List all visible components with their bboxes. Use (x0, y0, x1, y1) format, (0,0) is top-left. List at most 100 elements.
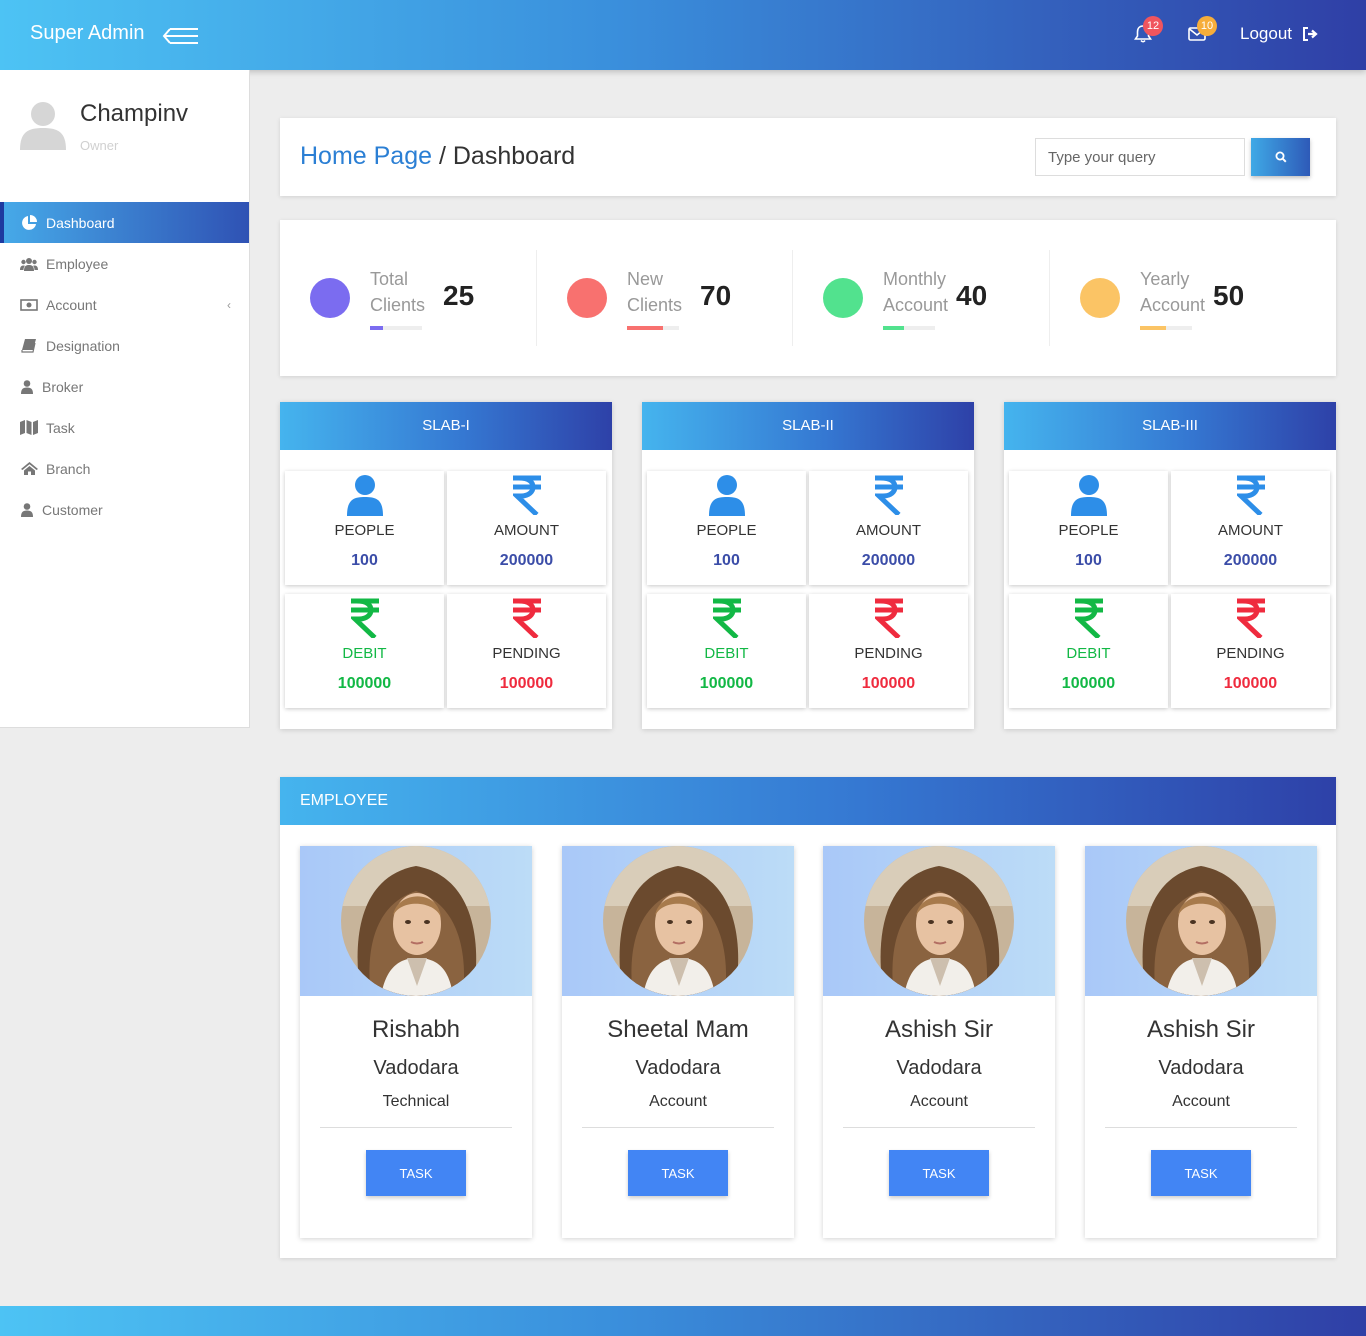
rupee-icon (875, 598, 903, 638)
slab-card: SLAB-I PEOPLE 100 AMOUNT 200000 DEBIT 100000 PE… (280, 402, 612, 729)
users-icon (20, 256, 38, 272)
stat-value: 40 (956, 280, 988, 311)
stat-indicator (567, 278, 607, 318)
employee-city: Vadodara (1158, 1057, 1244, 1079)
employee-photo (1126, 846, 1276, 996)
rupee-icon (1075, 598, 1103, 638)
sidebar-item-branch[interactable]: Branch (0, 448, 249, 489)
stat-value: 70 (700, 280, 732, 311)
pie-chart-icon (20, 214, 38, 231)
stat-indicator (823, 278, 863, 318)
rupee-icon (513, 598, 541, 638)
task-button[interactable]: TASK (366, 1150, 466, 1196)
slab-card: SLAB-II PEOPLE 100 AMOUNT 200000 DEBIT 100000 P… (642, 402, 974, 729)
user-icon (20, 379, 34, 395)
notifications-button[interactable]: 12 (1133, 16, 1163, 46)
slab-amount-value: 200000 (499, 552, 554, 569)
search-icon (1275, 151, 1287, 163)
sidebar-item-label: Branch (46, 460, 91, 477)
stat-new-clients: New Clients 70 (537, 250, 793, 346)
slab-amount-cell: AMOUNT 200000 (1171, 471, 1330, 585)
search-input[interactable] (1035, 138, 1245, 176)
stat-label: Yearly Account (1140, 269, 1206, 315)
stat-total-clients: Total Clients 25 (280, 250, 536, 346)
slab-people-value: 100 (351, 552, 378, 569)
map-icon (20, 420, 38, 436)
messages-button[interactable]: 10 (1187, 16, 1217, 46)
divider (843, 1127, 1035, 1128)
employee-photo (341, 846, 491, 996)
slab-pending-label: PENDING (492, 645, 561, 662)
home-icon (20, 461, 38, 477)
slab-amount-cell: AMOUNT 200000 (809, 471, 968, 585)
employee-section: EMPLOYEE Rishabh Vadodara Technical TASK She… (280, 777, 1336, 1258)
person-icon (1071, 474, 1107, 516)
employee-name: Sheetal Mam (607, 1016, 749, 1043)
logout-button[interactable]: Logout (1240, 24, 1318, 44)
employee-city: Vadodara (373, 1057, 459, 1079)
task-button[interactable]: TASK (628, 1150, 728, 1196)
chevron-left-icon: ‹ (227, 298, 231, 312)
stat-progress-bar (370, 326, 422, 330)
message-count-badge: 10 (1197, 16, 1217, 36)
slab-debit-label: DEBIT (1066, 645, 1111, 662)
slab-amount-label: AMOUNT (494, 522, 559, 539)
sidebar-item-broker[interactable]: Broker (0, 366, 249, 407)
slab-people-label: PEOPLE (1058, 522, 1119, 539)
rupee-icon (1237, 598, 1265, 638)
sidebar-item-employee[interactable]: Employee (0, 243, 249, 284)
employee-card-banner (823, 846, 1055, 996)
stat-monthly-account: Monthly Account 40 (793, 250, 1049, 346)
menu-toggle-icon[interactable] (162, 26, 200, 46)
breadcrumb-separator: / (432, 142, 453, 170)
person-icon (709, 474, 745, 516)
stat-label: Total Clients (370, 269, 426, 315)
stat-indicator (1080, 278, 1120, 318)
rupee-icon (351, 598, 379, 638)
stat-yearly-account: Yearly Account 50 (1050, 250, 1306, 346)
slab-debit-label: DEBIT (342, 645, 387, 662)
sidebar-item-label: Account (46, 296, 97, 313)
search-button[interactable] (1251, 138, 1310, 176)
avatar (20, 102, 66, 150)
sidebar-item-label: Task (46, 419, 75, 436)
employee-section-title: EMPLOYEE (280, 777, 1336, 825)
slab-pending-value: 100000 (499, 675, 554, 692)
slab-debit-cell: DEBIT 100000 (285, 594, 444, 708)
breadcrumb-home-link[interactable]: Home Page (300, 142, 432, 170)
divider (1105, 1127, 1297, 1128)
rupee-icon (1237, 475, 1265, 515)
slab-pending-cell: PENDING 100000 (447, 594, 606, 708)
stat-progress-bar (1140, 326, 1192, 330)
money-icon (20, 297, 38, 313)
employee-department: Technical (382, 1093, 450, 1110)
task-button[interactable]: TASK (1151, 1150, 1251, 1196)
sign-out-icon (1303, 27, 1318, 41)
profile-role: Owner (80, 138, 119, 153)
sidebar-item-dashboard[interactable]: Dashboard (0, 202, 249, 243)
slab-title: SLAB-III (1004, 402, 1336, 450)
sidebar-item-task[interactable]: Task (0, 407, 249, 448)
divider (320, 1127, 512, 1128)
slab-pending-cell: PENDING 100000 (809, 594, 968, 708)
slab-amount-label: AMOUNT (856, 522, 921, 539)
slab-pending-label: PENDING (1216, 645, 1285, 662)
profile-name: Champinv (80, 100, 189, 127)
breadcrumb-panel: Home Page / Dashboard (280, 118, 1336, 196)
sidebar-item-designation[interactable]: Designation (0, 325, 249, 366)
slab-title: SLAB-II (642, 402, 974, 450)
stat-progress-bar (627, 326, 679, 330)
footer-bar (0, 1306, 1366, 1336)
slab-amount-label: AMOUNT (1218, 522, 1283, 539)
slab-amount-value: 200000 (1223, 552, 1278, 569)
slab-card: SLAB-III PEOPLE 100 AMOUNT 200000 DEBIT 100000… (1004, 402, 1336, 729)
task-button[interactable]: TASK (889, 1150, 989, 1196)
sidebar-item-account[interactable]: Account ‹ (0, 284, 249, 325)
top-navbar: Super Admin 12 10 Logout (0, 0, 1366, 70)
slab-pending-value: 100000 (861, 675, 916, 692)
sidebar-item-customer[interactable]: Customer (0, 489, 249, 530)
employee-city: Vadodara (896, 1057, 982, 1079)
sidebar: Champinv Owner Dashboard Employee Accoun… (0, 70, 250, 728)
sidebar-item-label: Customer (42, 501, 103, 518)
rupee-icon (713, 598, 741, 638)
